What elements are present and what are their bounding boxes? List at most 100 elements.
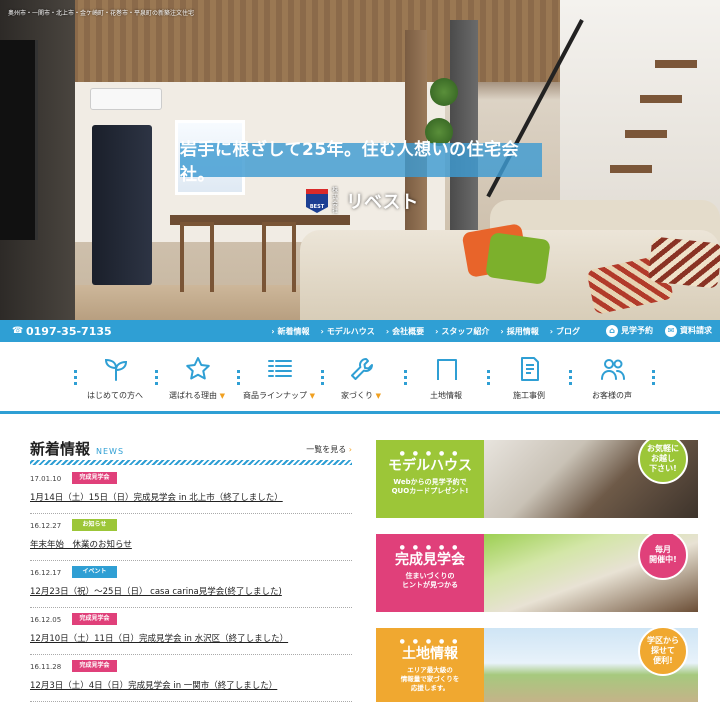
- phone-icon: ☎: [12, 326, 24, 336]
- news-text[interactable]: 年末年始 休業のお知らせ: [30, 538, 132, 550]
- topnav-news[interactable]: 新着情報: [271, 326, 310, 337]
- news-item[interactable]: 17.01.10 完成見学会 1月14日（土）15日（日）完成見学会 in 北上…: [30, 467, 352, 514]
- site-breadcrumb: 奥州市・一関市・北上市・金ケ崎町・花巻市・平泉町の新築注文住宅: [8, 10, 195, 17]
- news-date: 16.12.17: [30, 569, 62, 577]
- topnav-recruit[interactable]: 採用情報: [500, 326, 539, 337]
- nav-divider: [652, 370, 655, 386]
- news-text[interactable]: 12月10日（土）11日（日）完成見学会 in 水沢区（終了しました）: [30, 632, 288, 644]
- nav-label: 商品ラインナップ: [243, 391, 308, 400]
- sprout-icon: [104, 358, 128, 381]
- banner-open-house[interactable]: ● ● ● ● ● 完成見学会 住まいづくりの ヒントが見つかる 毎月 開催中!: [376, 534, 698, 612]
- banner-color-panel: ● ● ● ● ● 完成見学会 住まいづくりの ヒントが見つかる: [376, 534, 484, 612]
- banner-title: モデルハウス: [388, 458, 472, 474]
- nav-label: はじめての方へ: [87, 391, 143, 400]
- news-item[interactable]: 16.11.28 完成見学会 12月3日（土）4日（日）完成見学会 in 一関市…: [30, 655, 352, 702]
- news-more-label: 一覧を見る: [306, 445, 347, 454]
- people-icon: [601, 359, 625, 380]
- air-conditioner: [90, 88, 162, 110]
- banner-dots: ● ● ● ● ●: [399, 544, 461, 551]
- banner-subtitle: 住まいづくりの ヒントが見つかる: [402, 572, 458, 589]
- logo-badge: BEST: [306, 189, 328, 213]
- phone-number[interactable]: ☎ 0197-35-7135: [12, 325, 112, 338]
- pillow-green: [485, 232, 551, 285]
- banner-color-panel: ● ● ● ● ● モデルハウス Webからの見学予約で QUOカードプレゼント…: [376, 440, 484, 518]
- nav-works[interactable]: 施工事例: [488, 342, 570, 412]
- news-stripe: [30, 460, 352, 465]
- land-icon: [437, 359, 457, 380]
- request-docs-link[interactable]: ✉ 資料請求: [665, 325, 712, 337]
- stair-step: [625, 130, 667, 138]
- news-date: 16.11.28: [30, 663, 62, 671]
- news-date: 16.12.05: [30, 616, 62, 624]
- dropdown-arrow-icon: ▼: [219, 392, 225, 400]
- news-more-link[interactable]: 一覧を見る ›: [306, 444, 352, 455]
- refrigerator: [92, 125, 152, 285]
- nav-voices[interactable]: お客様の声: [571, 342, 653, 412]
- house-icon: ⌂: [606, 325, 618, 337]
- news-tag: イベント: [72, 566, 117, 578]
- news-tag: 完成見学会: [72, 613, 117, 625]
- news-item[interactable]: 16.12.27 お知らせ 年末年始 休業のお知らせ: [30, 514, 352, 561]
- logo-name: リベスト: [346, 192, 419, 213]
- news-list: 17.01.10 完成見学会 1月14日（土）15日（日）完成見学会 in 北上…: [30, 467, 352, 702]
- reserve-label: 見学予約: [621, 326, 653, 335]
- stairwell-wall: [560, 0, 720, 230]
- topnav-company[interactable]: 会社概要: [386, 326, 424, 337]
- nav-lineup[interactable]: 商品ラインナップ ▼: [238, 342, 320, 412]
- dropdown-arrow-icon: ▼: [309, 392, 315, 400]
- pillow-patterned: [647, 236, 720, 289]
- nav-beginners[interactable]: はじめての方へ: [74, 342, 156, 412]
- dropdown-arrow-icon: ▼: [375, 392, 381, 400]
- nav-label: 選ばれる理由: [169, 391, 218, 400]
- news-text[interactable]: 12月23日（祝）〜25日（日） casa carina見学会(終了しました): [30, 585, 282, 597]
- phone-text: 0197-35-7135: [26, 324, 112, 338]
- topnav-blog[interactable]: ブログ: [550, 326, 580, 337]
- chevron-right-icon: ›: [348, 445, 352, 454]
- banner-dots: ● ● ● ● ●: [399, 638, 461, 645]
- banner-land-info[interactable]: ● ● ● ● ● 土地情報 エリア最大級の 情報量で家づくりを 応援します。 …: [376, 628, 698, 702]
- banner-title: 完成見学会: [395, 552, 465, 568]
- nav-label: お客様の声: [592, 391, 632, 400]
- topnav-model-house[interactable]: モデルハウス: [321, 326, 375, 337]
- logo-kabushiki: 株式会社: [332, 187, 339, 215]
- news-date: 16.12.27: [30, 522, 62, 530]
- list-icon: [268, 360, 292, 377]
- wrench-icon: [351, 358, 373, 380]
- company-logo[interactable]: BEST 株式会社 リベスト: [306, 187, 419, 215]
- document-icon: [521, 357, 539, 381]
- banner-subtitle: Webからの見学予約で QUOカードプレゼント!: [391, 478, 469, 495]
- tv-screen: [0, 40, 38, 240]
- hero-tagline: 岩手に根ざして25年。住む人想いの住宅会社。: [180, 140, 542, 185]
- news-item[interactable]: 16.12.17 イベント 12月23日（祝）〜25日（日） casa cari…: [30, 561, 352, 608]
- nav-label: 土地情報: [430, 391, 462, 400]
- nav-label: 家づくり: [341, 391, 374, 400]
- nav-label: 施工事例: [513, 391, 545, 400]
- dining-chair: [180, 222, 214, 292]
- news-tag: 完成見学会: [72, 660, 117, 672]
- news-tag: お知らせ: [72, 519, 117, 531]
- top-links: ⌂ 見学予約 ✉ 資料請求: [606, 320, 712, 342]
- top-navigation: 新着情報 モデルハウス 会社概要 スタッフ紹介 採用情報 ブログ: [271, 320, 580, 342]
- nav-land[interactable]: 土地情報: [405, 342, 487, 412]
- icon-navigation: はじめての方へ 選ばれる理由 ▼ 商品ラインナップ ▼ 家づくり ▼ 土地情報 …: [0, 342, 720, 414]
- banner-model-house[interactable]: ● ● ● ● ● モデルハウス Webからの見学予約で QUOカードプレゼント…: [376, 440, 698, 518]
- stair-step: [610, 165, 652, 173]
- dining-chair: [262, 222, 296, 292]
- news-text[interactable]: 12月3日（土）4日（日）完成見学会 in 一関市（終了しました）: [30, 679, 277, 691]
- news-header: 新着情報 NEWS 一覧を見る ›: [30, 438, 352, 460]
- nav-housebuilding[interactable]: 家づくり ▼: [320, 342, 402, 412]
- news-text[interactable]: 1月14日（土）15日（日）完成見学会 in 北上市（終了しました）: [30, 491, 283, 503]
- mail-icon: ✉: [665, 325, 677, 337]
- request-label: 資料請求: [680, 326, 712, 335]
- banner-circle-badge: 学区から 探せて 便利!: [638, 628, 688, 676]
- news-date: 17.01.10: [30, 475, 62, 483]
- nav-reasons[interactable]: 選ばれる理由 ▼: [156, 342, 238, 412]
- news-item[interactable]: 16.12.05 完成見学会 12月10日（土）11日（日）完成見学会 in 水…: [30, 608, 352, 655]
- top-bar: ☎ 0197-35-7135 新着情報 モデルハウス 会社概要 スタッフ紹介 採…: [0, 320, 720, 342]
- plant: [430, 78, 458, 106]
- reserve-visit-link[interactable]: ⌂ 見学予約: [606, 325, 653, 337]
- banner-title: 土地情報: [402, 646, 458, 662]
- topnav-staff[interactable]: スタッフ紹介: [435, 326, 489, 337]
- banner-subtitle: エリア最大級の 情報量で家づくりを 応援します。: [400, 666, 460, 692]
- news-subtitle: NEWS: [96, 447, 125, 456]
